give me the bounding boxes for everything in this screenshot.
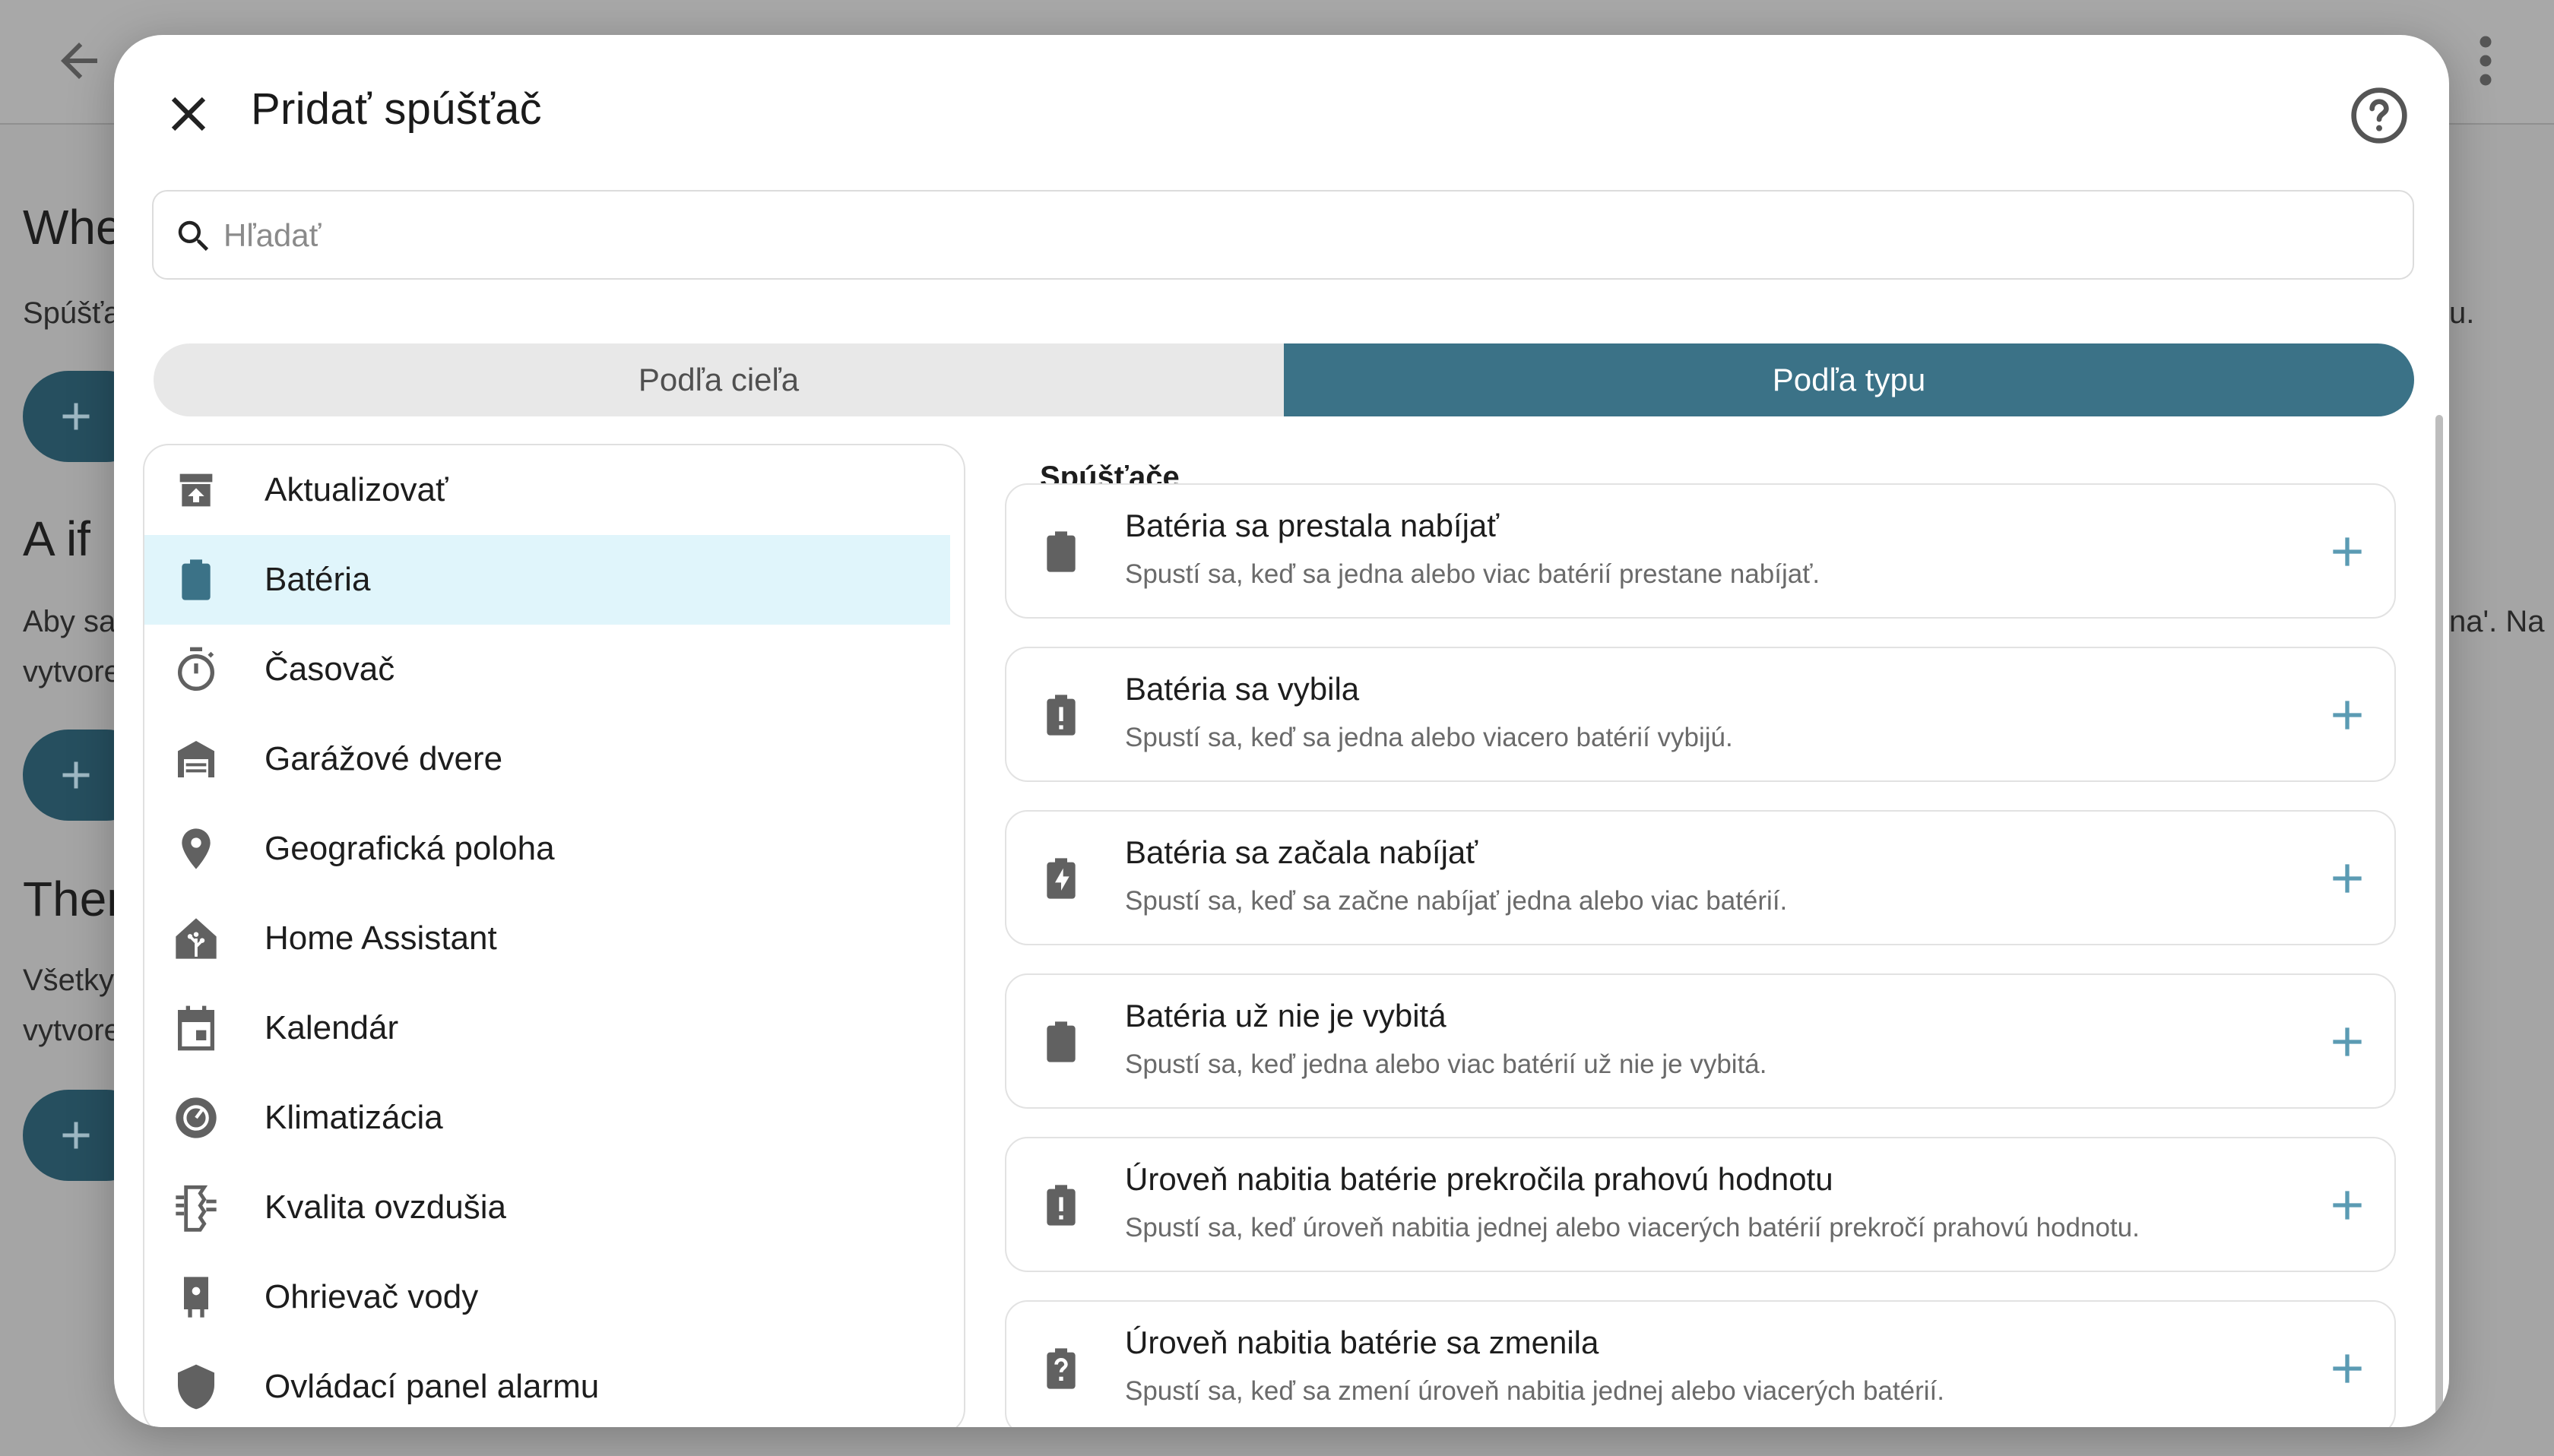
category-label: Klimatizácia (265, 1099, 443, 1136)
air-filter-icon (176, 1185, 217, 1232)
category-label: Kalendár (265, 1009, 399, 1046)
trigger-description: Spustí sa, keď úroveň nabitia jednej ale… (1125, 1213, 2140, 1242)
background-right-fragment-2: na'. Na (2449, 605, 2545, 638)
plus-icon[interactable] (2323, 1181, 2372, 1230)
plus-icon[interactable] (2323, 527, 2372, 576)
trigger-item[interactable]: Úroveň nabitia batérie sa zmenila Spustí… (1005, 1300, 2396, 1427)
battery-alert-icon (1047, 695, 1076, 736)
category-label: Aktualizovať (265, 471, 448, 508)
trigger-item[interactable]: Batéria sa vybila Spustí sa, keď sa jedn… (1005, 647, 2396, 782)
category-item-water-heater[interactable]: Ohrievač vody (144, 1252, 950, 1342)
search-icon (178, 220, 209, 252)
timer-icon (178, 647, 214, 691)
trigger-description: Spustí sa, keď sa jedna alebo viac batér… (1125, 559, 1820, 589)
trigger-description: Spustí sa, keď jedna alebo viac batérií … (1125, 1049, 1767, 1079)
plus-icon (62, 403, 90, 430)
garage-icon (178, 741, 214, 777)
trigger-title: Batéria sa začala nabíjať (1125, 834, 1478, 870)
add-trigger-dialog: Pridať spúšťač Podľa cieľa Podľa typu Ak… (114, 35, 2449, 1427)
tab-by-target[interactable]: Podľa cieľa (154, 343, 1284, 416)
battery-alert-icon (1047, 1185, 1076, 1226)
more-vertical-icon[interactable] (2463, 30, 2508, 91)
back-arrow-icon[interactable] (52, 33, 106, 88)
category-label: Časovač (265, 650, 395, 688)
category-label: Batéria (265, 561, 371, 598)
category-item-home-assistant[interactable]: Home Assistant (144, 894, 950, 983)
background-text-aif-1: Aby sa (23, 605, 116, 638)
plus-icon[interactable] (2323, 691, 2372, 739)
category-label: Garážové dvere (265, 740, 503, 777)
category-label: Geografická poloha (265, 830, 555, 867)
home-assistant-icon (176, 918, 217, 959)
category-label: Ovládací panel alarmu (265, 1368, 600, 1405)
category-list: Aktualizovať Batéria Časovač Garážové dv… (143, 444, 965, 1427)
trigger-item[interactable]: Úroveň nabitia batérie prekročila prahov… (1005, 1137, 2396, 1272)
category-label: Ohrievač vody (265, 1278, 479, 1315)
category-item-air-quality[interactable]: Kvalita ovzdušia (144, 1163, 950, 1252)
plus-icon (62, 761, 90, 789)
search-field[interactable] (152, 190, 2414, 280)
category-label: Home Assistant (265, 919, 497, 957)
plus-icon[interactable] (2323, 1018, 2372, 1066)
plus-icon[interactable] (2323, 854, 2372, 903)
trigger-description: Spustí sa, keď sa začne nabíjať jedna al… (1125, 886, 1788, 916)
category-label: Kvalita ovzdušia (265, 1189, 506, 1226)
shield-icon (178, 1364, 214, 1410)
help-icon[interactable] (2349, 85, 2410, 146)
trigger-item[interactable]: Batéria už nie je vybitá Spustí sa, keď … (1005, 973, 2396, 1109)
background-text-aif-2: vytvore (23, 655, 121, 688)
tab-by-type[interactable]: Podľa typu (1284, 343, 2414, 416)
trigger-description: Spustí sa, keď sa jedna alebo viacero ba… (1125, 723, 1733, 752)
view-toggle: Podľa cieľa Podľa typu (154, 343, 2414, 416)
background-right-fragment-1: u. (2449, 296, 2475, 330)
water-boiler-icon (184, 1277, 208, 1318)
battery-unknown-icon (1047, 1348, 1076, 1389)
category-item-timer[interactable]: Časovač (144, 625, 950, 714)
category-item-update[interactable]: Aktualizovať (144, 445, 950, 535)
category-item-garage[interactable]: Garážové dvere (144, 714, 950, 804)
category-item-alarm-panel[interactable]: Ovládací panel alarmu (144, 1342, 950, 1427)
search-input[interactable] (223, 205, 2397, 266)
background-text-when: Spúšťa (23, 296, 121, 330)
calendar-icon (178, 1005, 214, 1051)
plus-icon (62, 1122, 90, 1149)
category-item-battery[interactable]: Batéria (144, 535, 950, 625)
trigger-item[interactable]: Batéria sa začala nabíjať Spustí sa, keď… (1005, 810, 2396, 945)
battery-icon (1047, 531, 1076, 572)
trigger-title: Batéria sa prestala nabíjať (1125, 508, 1500, 543)
background-heading-aif: A if (23, 511, 90, 566)
trigger-title: Úroveň nabitia batérie prekročila prahov… (1125, 1161, 1833, 1197)
trigger-scrollbar[interactable] (2435, 415, 2443, 1426)
thermostat-icon (176, 1097, 217, 1138)
trigger-description: Spustí sa, keď sa zmení úroveň nabitia j… (1125, 1376, 1944, 1406)
plus-icon[interactable] (2323, 1344, 2372, 1393)
battery-icon (1047, 1021, 1076, 1062)
background-heading-when: Whe (23, 200, 123, 255)
trigger-title: Batéria už nie je vybitá (1125, 998, 1447, 1033)
category-item-location[interactable]: Geografická poloha (144, 804, 950, 894)
category-item-climate[interactable]: Klimatizácia (144, 1073, 950, 1163)
battery-charging-icon (1047, 858, 1076, 899)
update-package-icon (179, 473, 213, 507)
trigger-title: Úroveň nabitia batérie sa zmenila (1125, 1325, 1599, 1360)
background-text-then-1: Všetky (23, 964, 115, 997)
map-marker-icon (182, 828, 211, 869)
trigger-title: Batéria sa vybila (1125, 671, 1360, 707)
dialog-title: Pridať spúšťač (251, 84, 542, 134)
battery-icon (182, 559, 211, 600)
background-text-then-2: vytvore (23, 1014, 121, 1047)
close-icon[interactable] (160, 85, 217, 143)
category-item-calendar[interactable]: Kalendár (144, 983, 950, 1073)
trigger-item[interactable]: Batéria sa prestala nabíjať Spustí sa, k… (1005, 483, 2396, 619)
